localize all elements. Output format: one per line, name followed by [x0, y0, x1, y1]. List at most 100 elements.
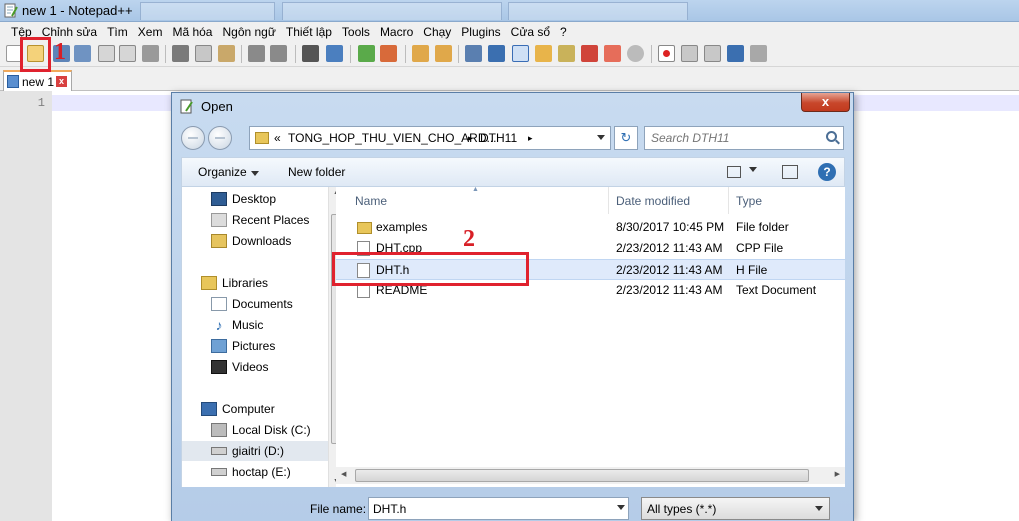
indent-guide-icon[interactable]: [512, 45, 529, 62]
close-icon[interactable]: [98, 45, 115, 62]
dialog-close-button[interactable]: x: [801, 93, 850, 112]
column-header-name[interactable]: Name: [355, 194, 387, 208]
background-window-tab: [282, 2, 502, 20]
search-box[interactable]: [644, 126, 844, 150]
desktop-icon: [211, 192, 227, 206]
replace-icon[interactable]: [326, 45, 343, 62]
stop-macro-icon[interactable]: [681, 45, 698, 62]
menu-view[interactable]: Xem: [133, 25, 168, 39]
menu-tools[interactable]: Tools: [337, 25, 375, 39]
computer-icon: [201, 402, 217, 416]
folder-icon: [357, 222, 372, 234]
file-date-modified: 2/23/2012 11:43 AM: [616, 283, 723, 297]
menu-help[interactable]: ?: [555, 25, 572, 39]
nav-item-giaitri-d[interactable]: giaitri (D:): [182, 441, 328, 461]
organize-button[interactable]: Organize: [198, 165, 259, 179]
breadcrumb-overflow[interactable]: «: [274, 131, 281, 145]
navigation-pane: Desktop Recent Places Downloads Librarie…: [181, 187, 345, 487]
document-tab-label: new 1: [22, 75, 55, 89]
scroll-left-icon[interactable]: ◀: [341, 470, 346, 478]
breadcrumb-separator[interactable]: ▸: [468, 133, 473, 144]
toolbar-separator: [405, 45, 406, 63]
word-wrap-icon[interactable]: [465, 45, 482, 62]
scroll-right-icon[interactable]: ▶: [835, 470, 840, 478]
column-divider[interactable]: [608, 187, 609, 214]
function-list-icon[interactable]: [581, 45, 598, 62]
file-name-input[interactable]: [373, 499, 603, 518]
monitoring-icon[interactable]: [627, 45, 644, 62]
file-type: File folder: [736, 220, 789, 234]
cut-icon[interactable]: [172, 45, 189, 62]
toolbar-separator: [350, 45, 351, 63]
menu-macro[interactable]: Macro: [375, 25, 418, 39]
folder-as-workspace-icon[interactable]: [604, 45, 621, 62]
file-type-dropdown-icon[interactable]: [815, 504, 823, 513]
app-title-bar: new 1 - Notepad++: [0, 0, 1019, 22]
menu-encoding[interactable]: Mã hóa: [167, 25, 217, 39]
scrollbar-thumb[interactable]: [355, 469, 809, 482]
line-number: 1: [37, 96, 45, 110]
file-type: H File: [736, 263, 768, 277]
new-folder-button[interactable]: New folder: [288, 165, 345, 179]
address-dropdown-icon[interactable]: [592, 127, 610, 149]
file-date-modified: 8/30/2017 10:45 PM: [616, 220, 725, 234]
help-icon[interactable]: ?: [818, 163, 836, 181]
view-options-icon[interactable]: [749, 165, 757, 174]
column-header-type[interactable]: Type: [736, 194, 762, 208]
column-header-date-modified[interactable]: Date modified: [616, 194, 690, 208]
breadcrumb-separator[interactable]: ▸: [528, 133, 533, 144]
zoom-in-icon[interactable]: [358, 45, 375, 62]
menu-plugins[interactable]: Plugins: [456, 25, 505, 39]
redo-icon[interactable]: [270, 45, 287, 62]
save-macro-icon[interactable]: [750, 45, 767, 62]
menu-run[interactable]: Chạy: [418, 25, 456, 39]
back-button[interactable]: [181, 126, 205, 150]
background-window-tab: [140, 2, 275, 20]
toolbar-separator: [165, 45, 166, 63]
notepad-plus-plus-icon: [4, 3, 18, 18]
document-map-icon[interactable]: [558, 45, 575, 62]
file-row[interactable]: examples 8/30/2017 10:45 PM File folder: [336, 217, 845, 238]
undo-icon[interactable]: [248, 45, 265, 62]
preview-pane-icon[interactable]: [782, 165, 798, 179]
file-name-field[interactable]: [368, 497, 629, 520]
tab-close-icon[interactable]: x: [56, 76, 67, 87]
file-type: CPP File: [736, 241, 784, 255]
show-all-characters-icon[interactable]: [488, 45, 505, 62]
sync-horizontal-icon[interactable]: [435, 45, 452, 62]
zoom-out-icon[interactable]: [380, 45, 397, 62]
change-view-icon[interactable]: [727, 166, 741, 178]
close-all-icon[interactable]: [119, 45, 136, 62]
run-macro-multiple-icon[interactable]: [727, 45, 744, 62]
breadcrumb-item[interactable]: DTH11: [480, 131, 517, 145]
refresh-button[interactable]: ↻: [614, 126, 638, 150]
save-all-icon[interactable]: [74, 45, 91, 62]
breadcrumb-item[interactable]: TONG_HOP_THU_VIEN_CHO_ARD...: [288, 131, 497, 145]
organize-label: Organize: [198, 165, 247, 179]
record-macro-icon[interactable]: [658, 45, 675, 62]
print-icon[interactable]: [142, 45, 159, 62]
file-type-select[interactable]: All types (*.*): [641, 497, 830, 520]
file-date-modified: 2/23/2012 11:43 AM: [616, 241, 723, 255]
dialog-title: Open: [201, 99, 233, 114]
menu-window[interactable]: Cửa sổ: [506, 25, 555, 39]
column-divider[interactable]: [728, 187, 729, 214]
define-language-icon[interactable]: [535, 45, 552, 62]
document-tab[interactable]: new 1 x: [3, 70, 72, 91]
address-bar[interactable]: « TONG_HOP_THU_VIEN_CHO_ARD... ▸ DTH11 ▸: [249, 126, 611, 150]
search-icon[interactable]: [826, 131, 837, 142]
file-name-dropdown-icon[interactable]: [617, 503, 625, 512]
find-icon[interactable]: [302, 45, 319, 62]
forward-button[interactable]: [208, 126, 232, 150]
copy-icon[interactable]: [195, 45, 212, 62]
menu-language[interactable]: Ngôn ngữ: [217, 25, 280, 39]
menu-settings[interactable]: Thiết lập: [281, 25, 337, 39]
paste-icon[interactable]: [218, 45, 235, 62]
menu-search[interactable]: Tìm: [102, 25, 133, 39]
drive-icon: [211, 447, 227, 455]
horizontal-scrollbar[interactable]: ◀ ▶: [336, 467, 845, 484]
play-macro-icon[interactable]: [704, 45, 721, 62]
annotation-box-step-1: [20, 37, 51, 72]
sync-vertical-icon[interactable]: [412, 45, 429, 62]
search-input[interactable]: [651, 128, 821, 148]
